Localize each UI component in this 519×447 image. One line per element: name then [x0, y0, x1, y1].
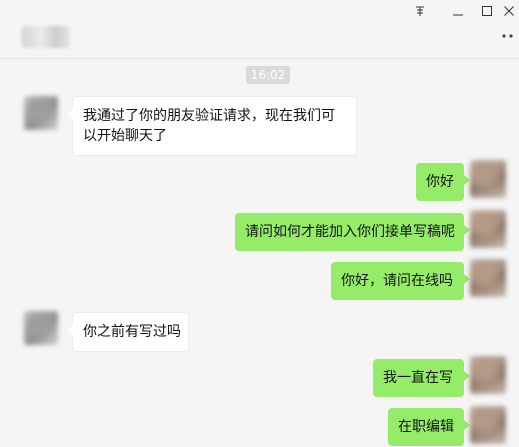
- message-text: 在职编辑: [398, 419, 454, 435]
- friend-avatar[interactable]: [24, 311, 58, 345]
- message-text: 你好: [426, 174, 454, 190]
- message-text: 我通过了你的朋友验证请求，现在我们可以开始聊天了: [83, 108, 335, 144]
- my-avatar[interactable]: [470, 406, 506, 444]
- message-bubble-friend: 你之前有写过吗: [67, 312, 189, 352]
- my-avatar[interactable]: [470, 356, 506, 394]
- contact-name-blurred: [22, 26, 70, 48]
- message-text: 你之前有写过吗: [83, 324, 181, 340]
- message-bubble-me: 请问如何才能加入你们接单写稿呢: [235, 213, 470, 251]
- message-bubble-me: 你好，请问在线吗: [331, 262, 470, 300]
- pin-icon[interactable]: [411, 3, 429, 19]
- more-options-icon[interactable]: [499, 28, 519, 44]
- title-bar: [0, 0, 519, 59]
- message-bubble-me: 我一直在写: [373, 359, 470, 397]
- message-bubble-me: 在职编辑: [388, 408, 470, 446]
- minimize-icon[interactable]: [449, 3, 467, 19]
- maximize-icon[interactable]: [478, 3, 496, 19]
- message-bubble-me: 你好: [416, 163, 470, 201]
- message-text: 请问如何才能加入你们接单写稿呢: [245, 224, 455, 240]
- close-icon[interactable]: [500, 3, 518, 19]
- my-avatar[interactable]: [470, 160, 506, 198]
- my-avatar[interactable]: [470, 259, 506, 297]
- message-timestamp: 16:02: [246, 66, 290, 84]
- message-bubble-friend: 我通过了你的朋友验证请求，现在我们可以开始聊天了: [67, 96, 357, 156]
- my-avatar[interactable]: [470, 210, 506, 248]
- message-text: 你好，请问在线吗: [341, 273, 453, 289]
- message-text: 我一直在写: [383, 370, 453, 386]
- friend-avatar[interactable]: [24, 96, 58, 130]
